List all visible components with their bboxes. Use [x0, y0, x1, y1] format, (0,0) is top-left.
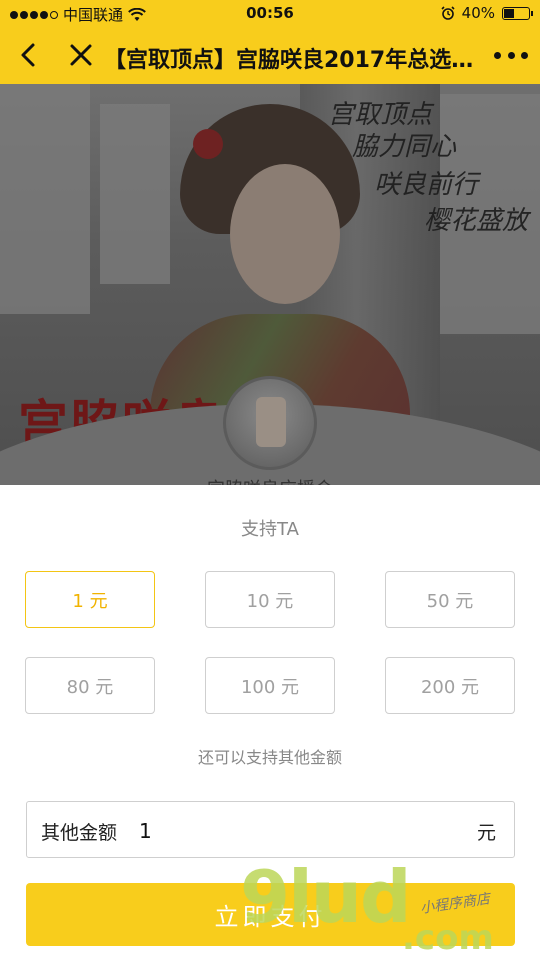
avatar — [223, 376, 317, 470]
building-shape — [100, 104, 170, 284]
status-right: 40% — [441, 4, 533, 22]
hair-flower — [193, 129, 223, 159]
amount-option-100[interactable]: 100 元 — [205, 657, 335, 714]
navigation-bar: 【宫取顶点】宫脇咲良2017年总选应援 — [0, 28, 540, 84]
pay-now-button[interactable]: 立即支付 — [26, 883, 515, 946]
support-sheet: 支持TA 1 元 10 元 50 元 80 元 100 元 200 元 还可以支… — [0, 485, 540, 960]
support-title: 支持TA — [241, 519, 299, 540]
amount-option-50[interactable]: 50 元 — [385, 571, 515, 628]
club-name: 宫脇咲良应援会 — [0, 475, 540, 485]
other-amount-field: 其他金额 元 — [26, 801, 515, 858]
other-amount-label: 其他金额 — [41, 822, 118, 844]
alarm-icon — [441, 6, 455, 20]
building-shape — [0, 84, 90, 314]
page-title: 【宫取顶点】宫脇咲良2017年总选应援 — [104, 48, 474, 73]
poem-line: 脇力同心 — [352, 132, 457, 162]
amount-option-10[interactable]: 10 元 — [205, 571, 335, 628]
other-amount-hint: 还可以支持其他金额 — [197, 748, 342, 767]
banner-image: 宫取顶点 脇力同心 咲良前行 樱花盛放 宫脇咲良 宫脇咲良应援会 — [0, 84, 540, 485]
face-shape — [230, 164, 340, 304]
amount-option-80[interactable]: 80 元 — [25, 657, 155, 714]
top-bar: 中国联通 00:56 40% 【宫取顶点】宫脇咲良2017年总选应援 — [0, 0, 540, 84]
poem-line: 樱花盛放 — [424, 206, 529, 236]
more-options-icon[interactable] — [494, 42, 528, 68]
battery-percent: 40% — [461, 4, 495, 22]
close-icon[interactable] — [66, 40, 96, 70]
amount-option-1[interactable]: 1 元 — [25, 571, 155, 628]
battery-icon — [502, 6, 533, 20]
amount-option-200[interactable]: 200 元 — [385, 657, 515, 714]
back-icon[interactable] — [14, 40, 44, 70]
status-bar: 中国联通 00:56 40% — [0, 0, 540, 28]
battery-fill — [504, 8, 515, 18]
avatar-figure — [256, 397, 286, 447]
other-amount-input[interactable] — [139, 812, 469, 850]
poem-line: 咲良前行 — [374, 170, 479, 200]
currency-unit: 元 — [476, 822, 496, 844]
